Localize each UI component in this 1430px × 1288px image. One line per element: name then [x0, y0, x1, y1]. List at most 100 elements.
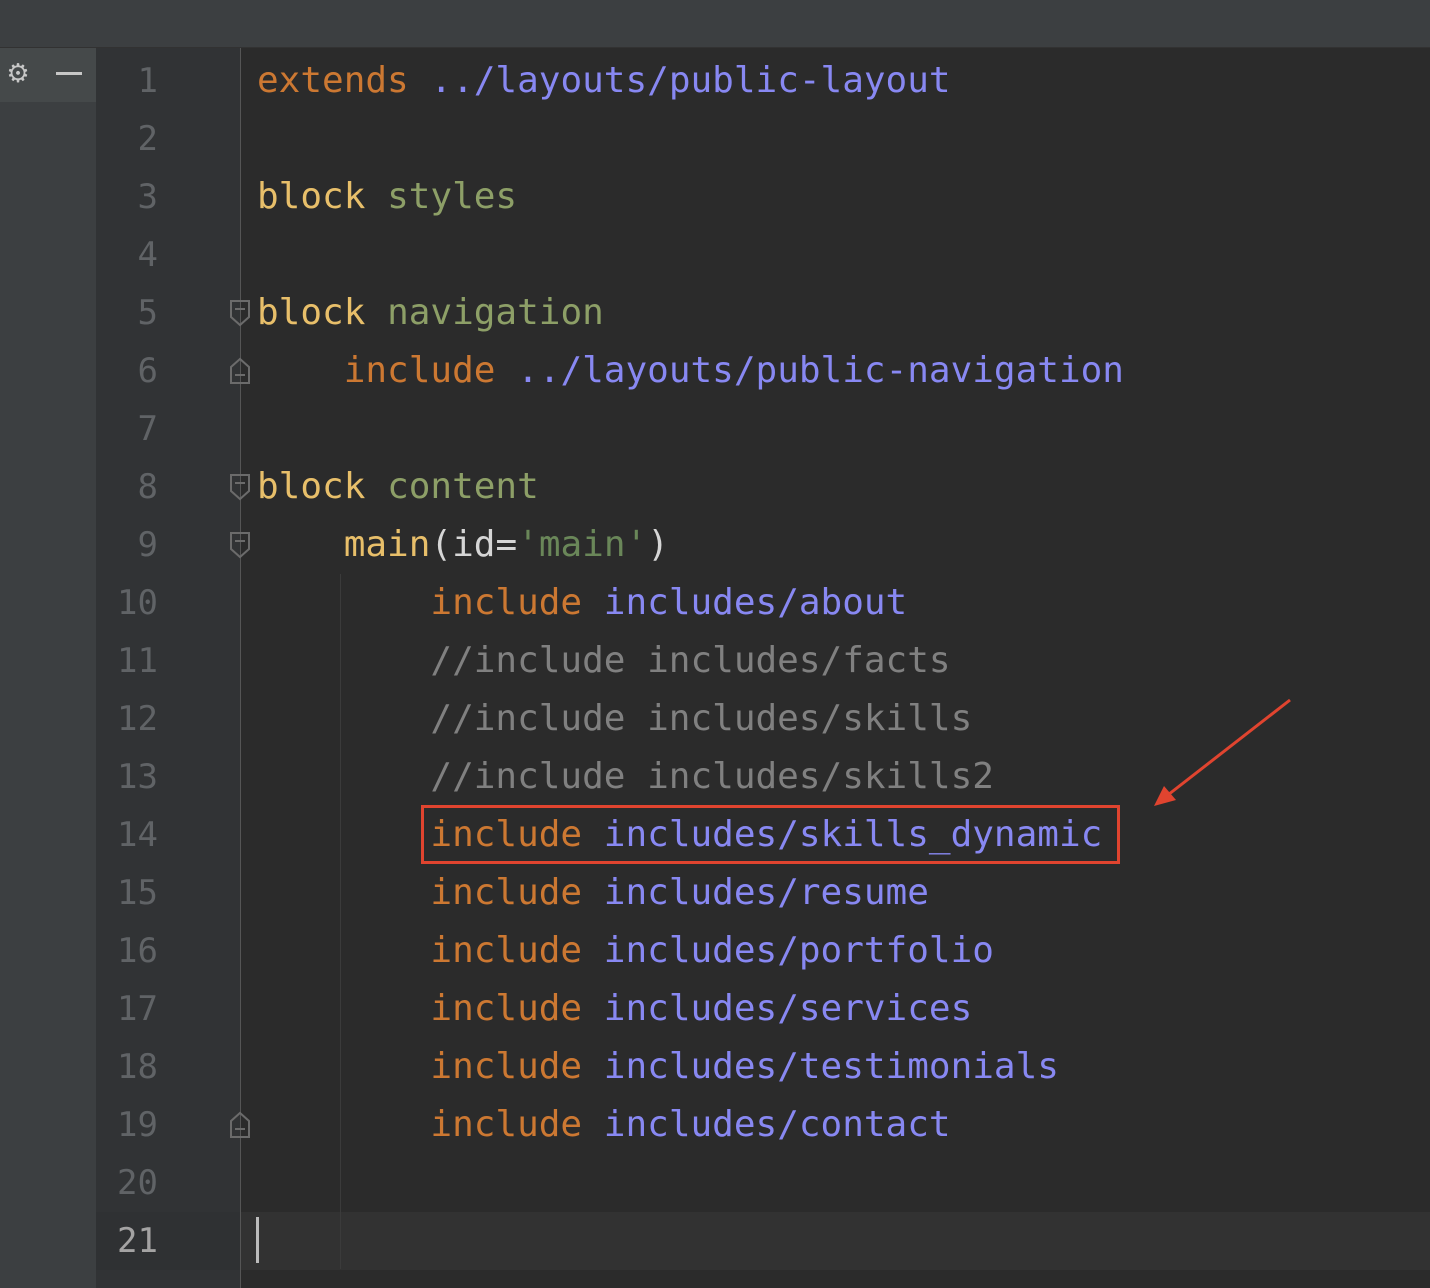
structure-toolbar: ⚙: [0, 48, 96, 102]
line-number: 17: [117, 989, 158, 1029]
line-number: 11: [117, 641, 158, 681]
code-token-path: includes/portfolio: [603, 930, 994, 971]
line-number: 1: [137, 61, 158, 101]
line-number: 7: [137, 409, 158, 449]
line-number: 8: [137, 467, 158, 507]
code-token-kw-block: block: [257, 292, 366, 333]
line-number: 20: [117, 1163, 158, 1203]
line-number: 6: [137, 351, 158, 391]
code-token-punct: ): [647, 524, 669, 565]
code-token-kw: extends: [257, 60, 409, 101]
code-token-tag: main: [343, 524, 431, 565]
code-line[interactable]: include includes/resume: [257, 864, 929, 922]
code-line[interactable]: include includes/portfolio: [257, 922, 994, 980]
fold-close-icon[interactable]: [229, 357, 251, 385]
code-token-comment: //include includes/skills2: [430, 756, 994, 797]
code-token-comment: //include includes/skills: [430, 698, 973, 739]
line-number: 9: [137, 525, 158, 565]
line-number: 3: [137, 177, 158, 217]
code-token-path: ../layouts/public-layout: [430, 60, 951, 101]
fold-close-icon[interactable]: [229, 1111, 251, 1139]
fold-open-icon[interactable]: [229, 473, 251, 501]
code-line[interactable]: //include includes/facts: [257, 632, 951, 690]
line-number: 14: [117, 815, 158, 855]
code-token-punct: id: [452, 524, 496, 565]
line-number: 12: [117, 699, 158, 739]
annotation-highlight-box: [421, 805, 1120, 864]
code-token-punct: (: [430, 524, 453, 565]
code-token-kw: include: [343, 350, 496, 391]
code-line[interactable]: //include includes/skills2: [257, 748, 994, 806]
line-number: 10: [117, 583, 158, 623]
code-token-kw-block: block: [257, 466, 366, 507]
line-number: 19: [117, 1105, 158, 1145]
code-token-path: includes/services: [603, 988, 973, 1029]
code-token-kw: include: [430, 582, 583, 623]
line-number: 4: [137, 235, 158, 275]
minimize-icon[interactable]: [56, 72, 82, 75]
line-number: 16: [117, 931, 158, 971]
code-token-punct: =: [495, 524, 518, 565]
code-token-path: includes/testimonials: [603, 1046, 1059, 1087]
code-line[interactable]: block navigation: [257, 284, 604, 342]
code-line[interactable]: include includes/about: [257, 574, 907, 632]
code-token-kw: include: [430, 930, 583, 971]
code-token-name: navigation: [387, 292, 604, 333]
fold-open-icon[interactable]: [229, 531, 251, 559]
code-line[interactable]: include includes/contact: [257, 1096, 950, 1154]
fold-open-icon[interactable]: [229, 299, 251, 327]
code-token-comment: //include includes/facts: [430, 640, 951, 681]
code-token-name: styles: [387, 176, 518, 217]
code-token-kw-block: block: [257, 176, 366, 217]
code-token-str: 'main': [517, 524, 648, 565]
code-line[interactable]: extends ../layouts/public-layout: [257, 52, 951, 110]
code-line[interactable]: include includes/services: [257, 980, 972, 1038]
text-caret: [256, 1217, 259, 1263]
editor-window: ⚙ 1 2 3 4 5 6 7 8 9 10 11 12 13 14 15 16 17 18 19 20 21 exte…: [0, 0, 1430, 1288]
code-line[interactable]: block content: [257, 458, 539, 516]
tab-bar: [0, 0, 1430, 48]
code-line[interactable]: include ../layouts/public-navigation: [257, 342, 1124, 400]
code-token-path: includes/about: [603, 582, 908, 623]
code-token-path: includes/resume: [603, 872, 929, 913]
code-token-kw: include: [430, 872, 583, 913]
line-number: 13: [117, 757, 158, 797]
code-line[interactable]: //include includes/skills: [257, 690, 972, 748]
line-number: 21: [117, 1221, 158, 1261]
code-token-kw: include: [430, 1046, 583, 1087]
code-line[interactable]: main(id='main'): [257, 516, 669, 574]
line-number: 5: [137, 293, 158, 333]
gutter-separator: [240, 48, 241, 1288]
code-line[interactable]: include includes/testimonials: [257, 1038, 1059, 1096]
line-number: 18: [117, 1047, 158, 1087]
code-token-kw: include: [430, 988, 583, 1029]
code-token-kw: include: [430, 1104, 583, 1145]
current-line-highlight: [96, 1212, 1430, 1270]
gear-icon[interactable]: ⚙: [4, 60, 32, 88]
code-token-path: ../layouts/public-navigation: [517, 350, 1124, 391]
line-number: 15: [117, 873, 158, 913]
code-line[interactable]: block styles: [257, 168, 517, 226]
